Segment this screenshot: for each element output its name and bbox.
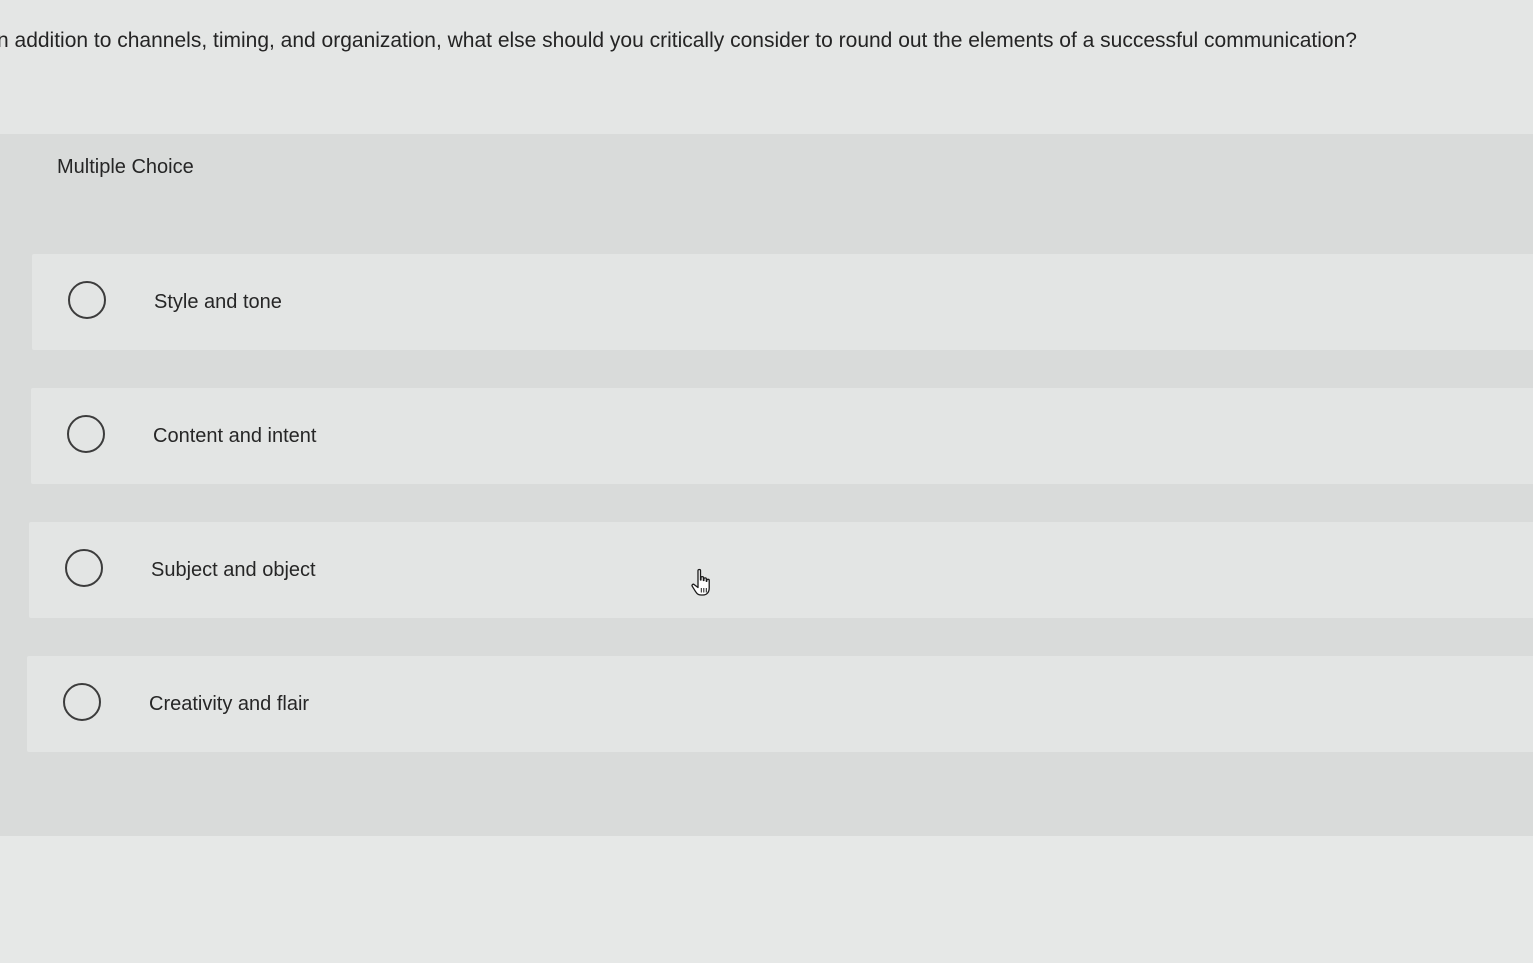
option-content-and-intent[interactable]: Content and intent (31, 388, 1533, 484)
option-label: Style and tone (154, 291, 282, 313)
option-label: Subject and object (151, 559, 316, 581)
answer-options: Style and tone Content and intent Subjec… (0, 0, 1533, 963)
option-style-and-tone[interactable]: Style and tone (32, 254, 1533, 350)
option-creativity-and-flair[interactable]: Creativity and flair (27, 656, 1533, 752)
option-label: Content and intent (153, 425, 317, 447)
hand-pointer-icon (691, 568, 710, 596)
radio-button[interactable] (68, 281, 106, 319)
option-label: Creativity and flair (149, 693, 310, 715)
radio-button[interactable] (65, 549, 103, 587)
page-background-bottom (0, 836, 1533, 963)
radio-button[interactable] (67, 415, 105, 453)
radio-button[interactable] (63, 683, 101, 721)
option-subject-and-object[interactable]: Subject and object (29, 522, 1533, 618)
